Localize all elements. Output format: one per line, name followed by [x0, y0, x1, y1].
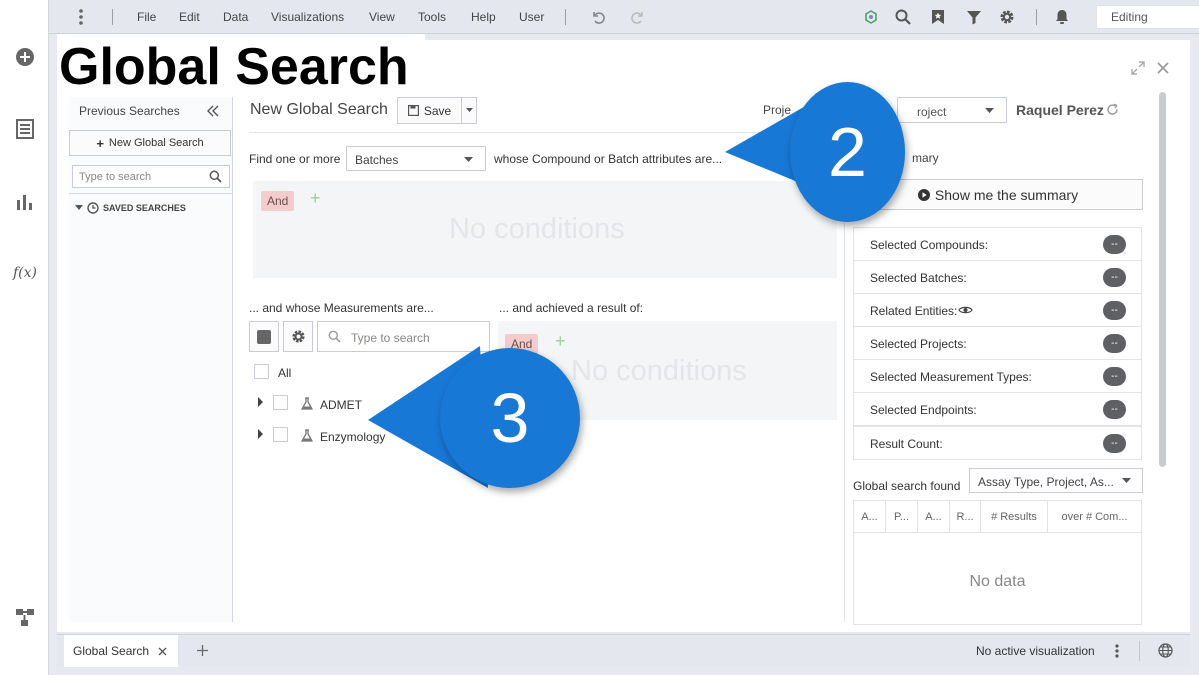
callout-3-number: 3	[490, 379, 530, 457]
callout-2-number: 2	[828, 113, 867, 191]
callout-pointers	[368, 92, 870, 488]
callout-3-bubble: 3	[440, 348, 580, 488]
callout-2-bubble: 2	[790, 82, 905, 222]
